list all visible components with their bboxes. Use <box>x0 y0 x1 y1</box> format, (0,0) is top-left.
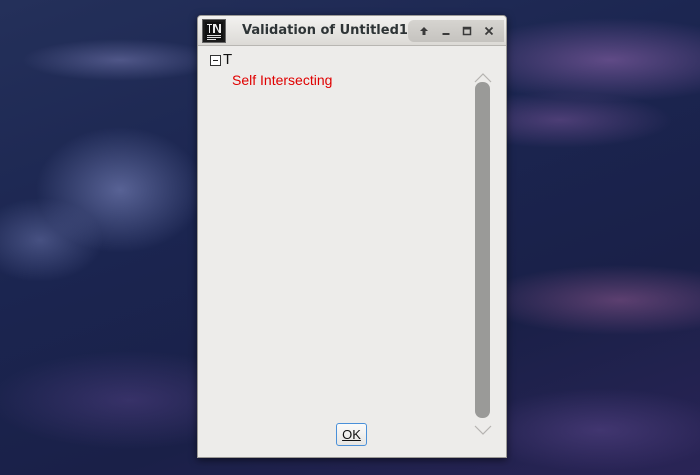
scroll-down-arrow-icon[interactable] <box>474 420 492 435</box>
ok-button[interactable]: OK <box>336 423 367 446</box>
title-bar[interactable]: Validation of Untitled1 <box>198 16 506 46</box>
window-title: Validation of Untitled1 <box>242 23 408 38</box>
close-icon[interactable] <box>481 23 497 39</box>
scrollbar-thumb[interactable] <box>475 82 490 418</box>
tree-node-label: T <box>223 51 233 68</box>
window-controls <box>408 20 504 42</box>
validation-window: Validation of Untitled1 T Self Intersect… <box>197 15 507 458</box>
validation-content: T Self Intersecting OK <box>198 46 506 457</box>
arrow-up-icon[interactable] <box>416 23 432 39</box>
problem-item-label[interactable]: Self Intersecting <box>232 72 332 88</box>
scroll-up-arrow-icon[interactable] <box>474 68 492 83</box>
vertical-scrollbar[interactable] <box>472 68 494 435</box>
minimize-icon[interactable] <box>438 23 454 39</box>
collapse-minus-icon[interactable] <box>210 55 221 66</box>
fontforge-app-icon <box>202 19 226 43</box>
ok-button-label: OK <box>342 427 361 442</box>
maximize-icon[interactable] <box>459 23 475 39</box>
